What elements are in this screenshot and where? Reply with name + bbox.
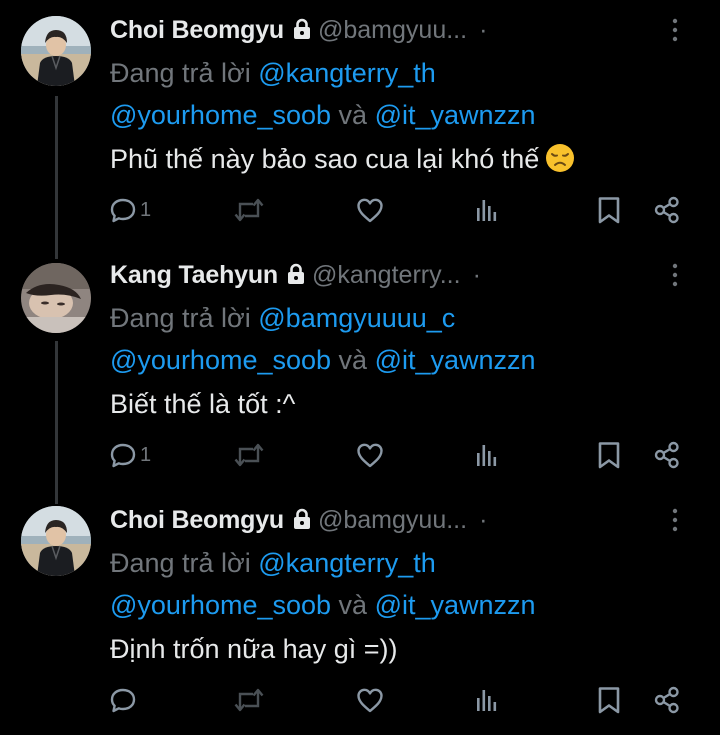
share-icon — [652, 195, 682, 225]
mention-link[interactable]: @yourhome_soob — [110, 345, 331, 375]
display-name[interactable]: Kang Taehyun — [110, 261, 278, 289]
mention-link[interactable]: @bamgyuuuu_c — [258, 303, 455, 333]
retweet-icon — [232, 685, 266, 715]
tweet-header: Choi Beomgyu @bamgyuu... · — [110, 12, 700, 48]
tweet-header: Kang Taehyun @kangterry... · — [110, 257, 700, 293]
replying-to-label: Đang trả lời — [110, 58, 259, 88]
replying-to: Đang trả lời @kangterry_th @yourhome_soo… — [110, 542, 690, 626]
disappointed-face-emoji-icon — [545, 143, 575, 173]
lock-icon — [292, 508, 312, 530]
lock-icon — [292, 18, 312, 40]
lock-icon — [286, 263, 306, 285]
tweet-text-content: Định trốn nữa hay gì =)) — [110, 634, 398, 664]
more-icon[interactable] — [672, 263, 678, 287]
more-icon[interactable] — [672, 18, 678, 42]
replying-to-label: Đang trả lời — [110, 548, 259, 578]
views-button[interactable] — [472, 437, 502, 473]
replying-to-label: Đang trả lời — [110, 303, 259, 333]
retweet-button[interactable] — [232, 192, 266, 228]
share-button[interactable] — [652, 192, 682, 228]
tweet[interactable]: Kang Taehyun @kangterry... · Đang trả lời … — [0, 245, 720, 490]
like-button[interactable] — [355, 682, 385, 718]
avatar[interactable] — [21, 16, 91, 86]
tweet-text: Định trốn nữa hay gì =)) — [110, 628, 690, 670]
tweet-text-content: Biết thế là tốt :^ — [110, 389, 296, 419]
avatar[interactable] — [21, 506, 91, 576]
replying-to-and: và — [331, 100, 375, 130]
bookmark-icon — [594, 440, 624, 470]
mention-link[interactable]: @kangterry_th — [258, 548, 436, 578]
tweet[interactable]: Choi Beomgyu @bamgyuu... · Đang trả lời @k… — [0, 490, 720, 735]
views-icon — [472, 685, 502, 715]
bookmark-icon — [594, 685, 624, 715]
action-bar: 1 — [0, 437, 720, 473]
replying-to-and: và — [331, 590, 375, 620]
retweet-button[interactable] — [232, 682, 266, 718]
user-handle[interactable]: @kangterry... — [312, 261, 461, 289]
heart-icon — [355, 440, 385, 470]
reply-icon — [108, 685, 138, 715]
action-bar — [0, 682, 720, 718]
views-button[interactable] — [472, 682, 502, 718]
tweet-header: Choi Beomgyu @bamgyuu... · — [110, 502, 700, 538]
user-handle[interactable]: @bamgyuu... — [318, 506, 467, 534]
reply-icon — [108, 195, 138, 225]
display-name[interactable]: Choi Beomgyu — [110, 16, 284, 44]
heart-icon — [355, 195, 385, 225]
reply-count: 1 — [140, 198, 152, 221]
tweet[interactable]: Choi Beomgyu @bamgyuu... · Đang trả lời @k… — [0, 0, 720, 245]
replying-to: Đang trả lời @kangterry_th @yourhome_soo… — [110, 52, 690, 136]
share-icon — [652, 440, 682, 470]
like-button[interactable] — [355, 192, 385, 228]
separator-dot: · — [479, 16, 488, 44]
user-handle[interactable]: @bamgyuu... — [318, 16, 467, 44]
tweet-text: Biết thế là tốt :^ — [110, 383, 690, 425]
more-icon[interactable] — [672, 508, 678, 532]
retweet-icon — [232, 440, 266, 470]
share-icon — [652, 685, 682, 715]
bookmark-button[interactable] — [594, 682, 624, 718]
heart-icon — [355, 685, 385, 715]
thread-line-top — [55, 245, 58, 259]
replying-to-and: và — [331, 345, 375, 375]
like-button[interactable] — [355, 437, 385, 473]
display-name[interactable]: Choi Beomgyu — [110, 506, 284, 534]
replying-to: Đang trả lời @bamgyuuuu_c @yourhome_soob… — [110, 297, 690, 381]
bookmark-button[interactable] — [594, 192, 624, 228]
retweet-button[interactable] — [232, 437, 266, 473]
mention-link[interactable]: @kangterry_th — [258, 58, 436, 88]
action-bar: 1 — [0, 192, 720, 228]
separator-dot: · — [479, 506, 488, 534]
reply-button[interactable] — [108, 682, 140, 718]
bookmark-icon — [594, 195, 624, 225]
reply-icon — [108, 440, 138, 470]
retweet-icon — [232, 195, 266, 225]
thread-line-top — [55, 490, 58, 504]
mention-link[interactable]: @it_yawnzzn — [375, 345, 536, 375]
tweet-text-content: Phũ thế này bảo sao cua lại khó thế — [110, 144, 540, 174]
mention-link[interactable]: @yourhome_soob — [110, 590, 331, 620]
mention-link[interactable]: @it_yawnzzn — [375, 100, 536, 130]
mention-link[interactable]: @it_yawnzzn — [375, 590, 536, 620]
share-button[interactable] — [652, 437, 682, 473]
reply-button[interactable]: 1 — [108, 437, 151, 473]
mention-link[interactable]: @yourhome_soob — [110, 100, 331, 130]
bookmark-button[interactable] — [594, 437, 624, 473]
tweet-text: Phũ thế này bảo sao cua lại khó thế — [110, 138, 690, 180]
views-icon — [472, 440, 502, 470]
separator-dot: · — [472, 261, 481, 289]
reply-button[interactable]: 1 — [108, 192, 151, 228]
views-icon — [472, 195, 502, 225]
share-button[interactable] — [652, 682, 682, 718]
avatar[interactable] — [21, 263, 91, 333]
views-button[interactable] — [472, 192, 502, 228]
reply-count: 1 — [140, 443, 152, 466]
